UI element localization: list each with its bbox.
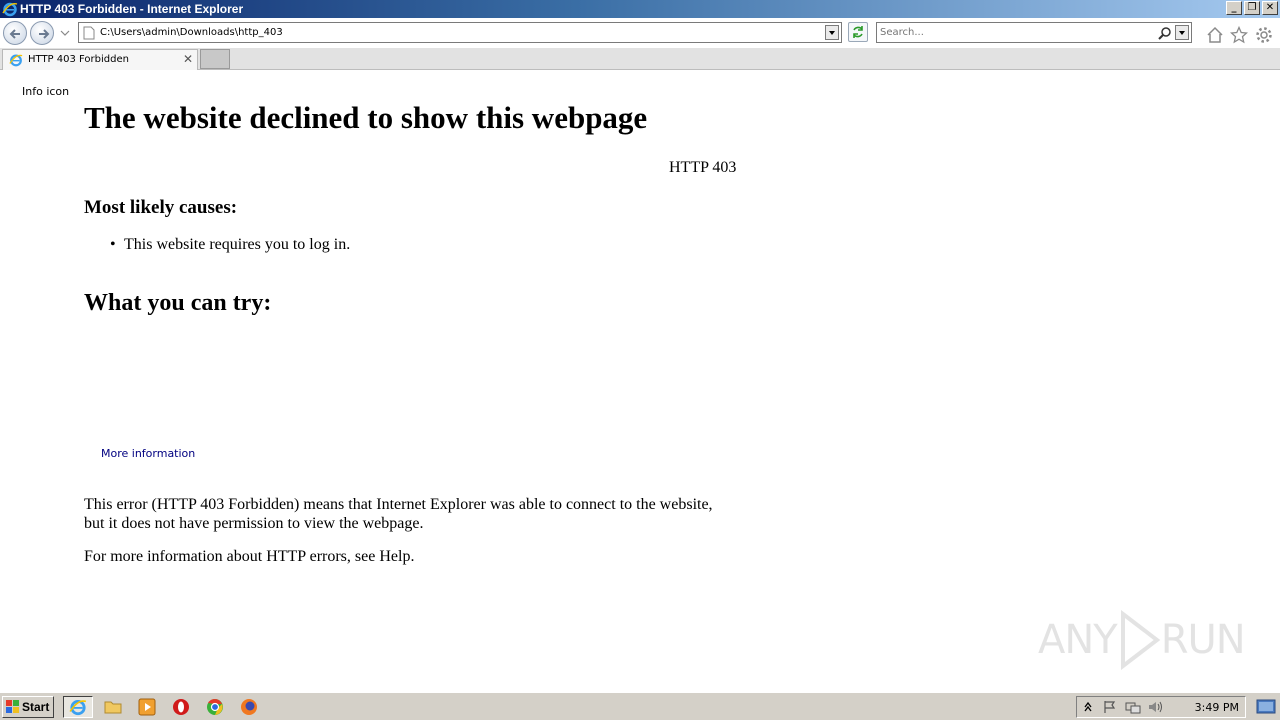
minimize-button[interactable]: _	[1226, 1, 1242, 15]
maximize-button[interactable]: ❐	[1244, 1, 1260, 15]
start-label: Start	[22, 700, 50, 714]
taskbar-firefox[interactable]	[237, 696, 261, 718]
window-title-bar[interactable]: HTTP 403 Forbidden - Internet Explorer _…	[0, 0, 1280, 18]
action-center-flag-icon[interactable]	[1103, 700, 1117, 714]
chevron-down-icon	[829, 31, 835, 35]
watermark-left-text: ANY	[1038, 617, 1118, 663]
watermark-right-text: RUN	[1160, 617, 1246, 663]
cause-text: This website requires you to log in.	[124, 236, 351, 253]
forward-arrow-icon	[39, 29, 50, 39]
address-dropdown-button[interactable]	[825, 25, 839, 40]
info-icon: Info icon	[22, 85, 70, 98]
address-bar[interactable]: C:\Users\admin\Downloads\http_403	[78, 22, 842, 43]
opera-icon	[173, 699, 189, 715]
media-player-icon	[138, 698, 156, 716]
show-hidden-icons-icon[interactable]	[1083, 700, 1093, 714]
internet-explorer-icon	[69, 699, 87, 716]
tab-close-icon[interactable]: ✕	[183, 52, 193, 66]
address-url[interactable]: C:\Users\admin\Downloads\http_403	[100, 27, 283, 38]
tab-bar: HTTP 403 Forbidden ✕	[0, 48, 1280, 70]
folder-icon	[104, 701, 122, 714]
internet-explorer-icon	[2, 2, 18, 17]
window-title: HTTP 403 Forbidden - Internet Explorer	[20, 2, 244, 16]
chevron-down-icon	[1179, 31, 1185, 35]
volume-icon[interactable]	[1147, 700, 1163, 714]
back-arrow-icon	[9, 29, 20, 39]
search-box[interactable]	[876, 22, 1192, 43]
list-bullet: •	[110, 236, 116, 253]
list-item: • This website requires you to log in.	[110, 236, 350, 254]
back-button[interactable]	[3, 21, 27, 45]
system-tray: 3:49 PM	[1076, 696, 1246, 718]
windows-logo-icon	[6, 700, 19, 713]
settings-gear-icon[interactable]	[1255, 26, 1273, 44]
page-content: Info icon The website declined to show t…	[0, 70, 1280, 692]
causes-heading: Most likely causes:	[84, 197, 238, 218]
new-tab-button[interactable]	[200, 49, 230, 69]
more-information-link[interactable]: More information	[101, 447, 195, 460]
anyrun-watermark: ANY RUN	[1038, 610, 1246, 670]
taskbar-file-explorer[interactable]	[101, 696, 125, 718]
try-heading: What you can try:	[84, 290, 272, 316]
refresh-button[interactable]	[848, 22, 868, 42]
taskbar: Start 3:49 PM	[0, 692, 1280, 720]
taskbar-media-player[interactable]	[135, 696, 159, 718]
close-button[interactable]: ✕	[1262, 1, 1278, 15]
page-icon	[83, 26, 95, 40]
taskbar-chrome[interactable]	[203, 696, 227, 718]
help-text: For more information about HTTP errors, …	[84, 548, 415, 565]
taskbar-internet-explorer[interactable]	[63, 696, 93, 718]
internet-explorer-icon	[9, 54, 23, 67]
play-icon	[1120, 610, 1161, 670]
page-title: The website declined to show this webpag…	[84, 100, 648, 135]
taskbar-opera[interactable]	[169, 696, 193, 718]
favorites-star-icon[interactable]	[1230, 26, 1248, 44]
show-desktop-icon[interactable]	[1256, 698, 1276, 716]
forward-button[interactable]	[30, 21, 54, 45]
http-status-code: HTTP 403	[669, 159, 737, 176]
home-icon[interactable]	[1206, 26, 1224, 44]
start-button[interactable]: Start	[2, 696, 54, 718]
navigation-bar: C:\Users\admin\Downloads\http_403	[0, 18, 1280, 48]
clock[interactable]: 3:49 PM	[1195, 701, 1239, 714]
firefox-icon	[241, 699, 257, 715]
search-icon[interactable]	[1158, 26, 1172, 40]
tab-label: HTTP 403 Forbidden	[28, 54, 129, 65]
search-dropdown-button[interactable]	[1175, 25, 1189, 40]
network-icon[interactable]	[1125, 700, 1141, 714]
search-input[interactable]	[880, 25, 1150, 40]
error-description: This error (HTTP 403 Forbidden) means th…	[84, 496, 713, 532]
chrome-icon	[207, 698, 223, 715]
recent-pages-dropdown-icon[interactable]	[60, 29, 70, 37]
tab-http-403-forbidden[interactable]: HTTP 403 Forbidden ✕	[2, 49, 198, 70]
refresh-icon	[853, 26, 863, 38]
